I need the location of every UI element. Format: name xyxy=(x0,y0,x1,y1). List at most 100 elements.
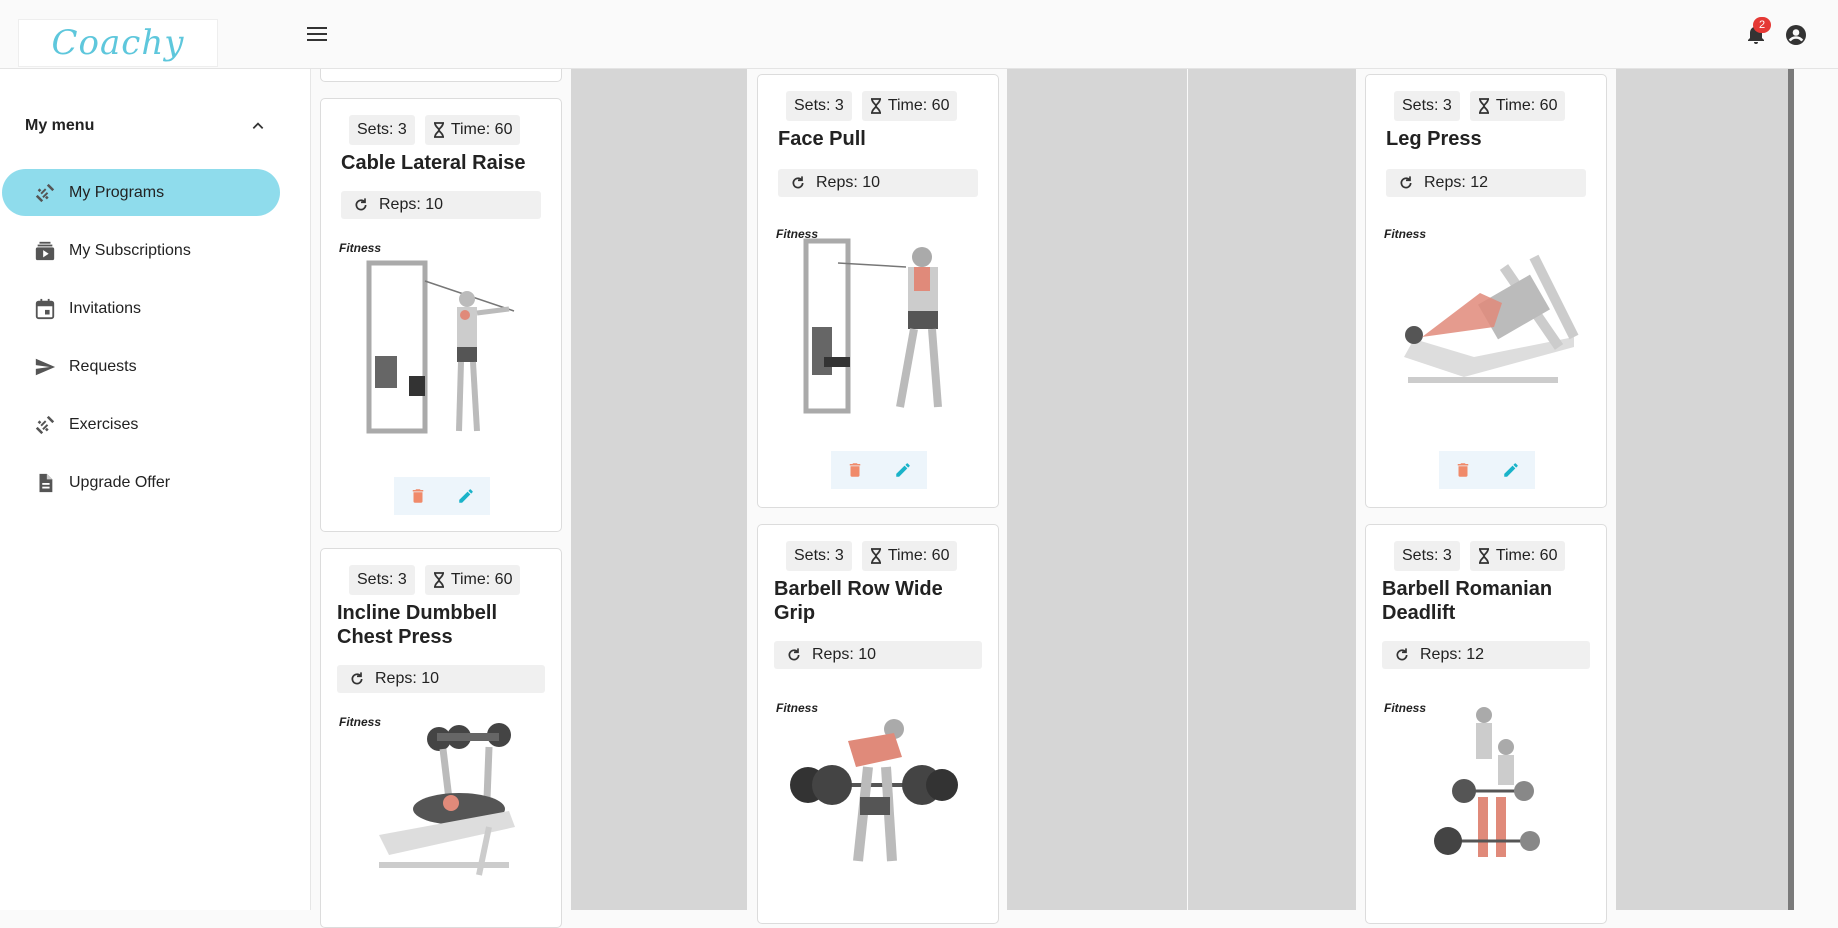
time-chip: Time: 60 xyxy=(1469,91,1566,121)
exercise-title: Face Pull xyxy=(778,128,866,150)
exercise-title: Cable Lateral Raise xyxy=(341,152,526,174)
delete-icon[interactable] xyxy=(1454,461,1472,479)
exercise-title: Leg Press xyxy=(1386,128,1482,150)
delete-icon[interactable] xyxy=(846,461,864,479)
dumbbell-icon xyxy=(34,182,56,204)
sets-chip: Sets: 3 xyxy=(786,91,852,121)
exercise-card[interactable]: Sets: 3 Time: 60 Cable Lateral Raise Rep… xyxy=(320,98,562,532)
exercise-illustration: Fitness xyxy=(339,241,539,441)
hourglass-icon xyxy=(433,122,444,138)
card-meta: Sets: 3 Time: 60 xyxy=(786,91,958,121)
sidebar-item-upgrade-offer[interactable]: Upgrade Offer xyxy=(2,459,280,506)
hourglass-icon xyxy=(1478,98,1489,114)
sidebar-item-my-subscriptions[interactable]: My Subscriptions xyxy=(2,227,280,274)
sidebar-item-label: My Subscriptions xyxy=(69,241,191,259)
hamburger-menu-icon[interactable] xyxy=(304,24,330,44)
hourglass-icon xyxy=(870,548,881,564)
edit-icon[interactable] xyxy=(457,487,475,505)
reps-chip: Reps: 10 xyxy=(774,641,982,669)
card-meta: Sets: 3 Time: 60 xyxy=(1394,91,1566,121)
sidebar-item-label: Exercises xyxy=(69,415,139,433)
sets-chip: Sets: 3 xyxy=(349,565,415,595)
illustration-brand: Fitness xyxy=(339,241,382,255)
card-meta: Sets: 3 Time: 60 xyxy=(349,565,521,595)
illustration-brand: Fitness xyxy=(776,227,819,241)
hourglass-icon xyxy=(1478,548,1489,564)
scrollbar[interactable] xyxy=(1788,69,1794,910)
time-chip: Time: 60 xyxy=(1469,541,1566,571)
calendar-icon xyxy=(34,298,56,320)
exercise-card[interactable]: Sets: 3 Time: 60 Face Pull Reps: 10 Fitn… xyxy=(757,74,999,508)
hourglass-icon xyxy=(870,98,881,114)
sidebar-item-label: Invitations xyxy=(69,299,142,317)
card-meta: Sets: 3 Time: 60 xyxy=(1394,541,1566,571)
app-logo[interactable]: Coachy xyxy=(18,19,218,67)
sidebar-item-label: Requests xyxy=(69,357,137,375)
sidebar-item-requests[interactable]: Requests xyxy=(2,343,280,390)
exercise-card[interactable]: Sets: 3 Time: 60 Barbell Row Wide Grip R… xyxy=(757,524,999,924)
send-icon xyxy=(34,356,56,378)
refresh-icon xyxy=(788,648,800,661)
exercise-card[interactable]: Sets: 3 Time: 60 Leg Press Reps: 12 Fitn… xyxy=(1365,74,1607,508)
time-chip: Time: 60 xyxy=(861,541,958,571)
reps-chip: Reps: 12 xyxy=(1382,641,1590,669)
exercise-illustration: Fitness xyxy=(339,715,539,915)
sets-chip: Sets: 3 xyxy=(349,115,415,145)
exercise-illustration: Fitness xyxy=(1384,227,1584,427)
exercise-illustration: Fitness xyxy=(776,701,976,901)
dumbbell-icon xyxy=(34,414,56,436)
refresh-icon xyxy=(351,672,363,685)
sidebar-item-label: Upgrade Offer xyxy=(69,473,171,491)
exercise-title: Incline Dumbbell Chest Press xyxy=(337,602,498,648)
sidebar-item-label: My Programs xyxy=(69,183,165,201)
edit-icon[interactable] xyxy=(894,461,912,479)
sidebar-item-exercises[interactable]: Exercises xyxy=(2,401,280,448)
reps-chip: Reps: 10 xyxy=(337,665,545,693)
reps-chip: Reps: 12 xyxy=(1386,169,1586,197)
sidebar-item-my-programs[interactable]: My Programs xyxy=(2,169,280,216)
time-chip: Time: 60 xyxy=(861,91,958,121)
account-circle-icon[interactable] xyxy=(1784,23,1808,47)
card-actions xyxy=(831,451,927,489)
refresh-icon xyxy=(1396,648,1408,661)
board-column xyxy=(1616,69,1788,910)
time-chip: Time: 60 xyxy=(424,115,521,145)
subscriptions-icon xyxy=(34,240,56,262)
reps-chip: Reps: 10 xyxy=(778,169,978,197)
refresh-icon xyxy=(1400,176,1412,189)
card-meta: Sets: 3 Time: 60 xyxy=(786,541,958,571)
logo-text: Coachy xyxy=(51,23,185,63)
exercise-title: Barbell Romanian Deadlift xyxy=(1382,578,1553,624)
exercise-title: Barbell Row Wide Grip xyxy=(774,578,943,624)
card-actions xyxy=(1439,451,1535,489)
card-meta: Sets: 3 Time: 60 xyxy=(349,115,521,145)
exercise-card[interactable]: Sets: 3 Time: 60 Barbell Romanian Deadli… xyxy=(1365,524,1607,924)
notification-badge: 2 xyxy=(1753,17,1771,33)
illustration-brand: Fitness xyxy=(1384,227,1427,241)
illustration-brand: Fitness xyxy=(1384,701,1427,715)
illustration-brand: Fitness xyxy=(339,715,382,729)
time-chip: Time: 60 xyxy=(424,565,521,595)
board-column xyxy=(1007,69,1187,910)
refresh-icon xyxy=(355,198,367,211)
exercise-illustration: Fitness xyxy=(776,227,976,427)
sets-chip: Sets: 3 xyxy=(786,541,852,571)
hourglass-icon xyxy=(433,572,444,588)
board-column xyxy=(1188,69,1356,910)
exercise-illustration: Fitness xyxy=(1384,701,1584,901)
menu-header[interactable]: My menu xyxy=(25,117,265,135)
menu-title: My menu xyxy=(25,117,95,134)
board-column xyxy=(571,69,747,910)
sidebar: My menu My Programs My Subscriptions Inv… xyxy=(0,69,311,910)
exercise-card[interactable]: Sets: 3 Time: 60 Incline Dumbbell Chest … xyxy=(320,548,562,928)
chevron-up-icon xyxy=(252,122,264,129)
edit-icon[interactable] xyxy=(1502,461,1520,479)
sets-chip: Sets: 3 xyxy=(1394,91,1460,121)
top-app-bar: Coachy 2 xyxy=(0,0,1838,69)
sets-chip: Sets: 3 xyxy=(1394,541,1460,571)
sidebar-item-invitations[interactable]: Invitations xyxy=(2,285,280,332)
illustration-brand: Fitness xyxy=(776,701,819,715)
refresh-icon xyxy=(792,176,804,189)
card-actions xyxy=(394,477,490,515)
delete-icon[interactable] xyxy=(409,487,427,505)
